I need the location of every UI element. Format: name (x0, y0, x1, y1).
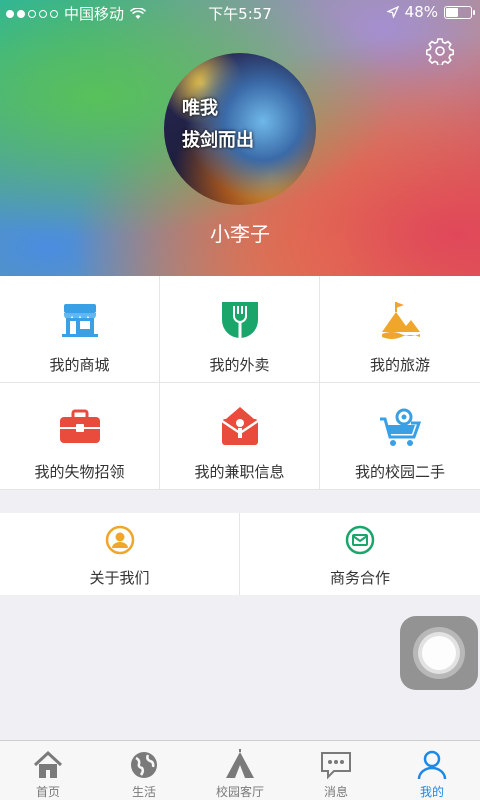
assistive-touch-button[interactable] (400, 616, 478, 690)
grid-item-label: 我的校园二手 (354, 463, 445, 481)
job-icon (220, 407, 259, 445)
tab-campus-lounge[interactable]: 校园客厅 (192, 741, 288, 800)
status-bar: 中国移动 下午5:57 48% (0, 0, 480, 26)
user-icon (417, 750, 447, 780)
grid-item-label: 我的旅游 (369, 356, 430, 374)
status-right: 48% (386, 3, 475, 21)
avatar-caption: 唯我 拔剑而出 (182, 93, 262, 157)
avatar-caption-line1: 唯我 (182, 98, 218, 119)
toolbox-icon (59, 409, 100, 443)
battery-fill (446, 7, 458, 17)
avatar[interactable]: 唯我 拔剑而出 (164, 53, 316, 205)
grid-item-label: 我的外卖 (209, 356, 270, 374)
fork-icon (221, 302, 258, 338)
tab-label: 我的 (419, 785, 444, 799)
grid-item-label: 我的失物招领 (34, 463, 125, 481)
grid-item-takeout[interactable]: 我的外卖 (160, 276, 320, 383)
username: 小李子 (210, 222, 270, 246)
grid-item-store[interactable]: 我的商城 (0, 276, 160, 383)
tab-life[interactable]: 生活 (96, 741, 192, 800)
location-arrow-icon (386, 6, 399, 18)
tent-icon (226, 749, 254, 778)
grid-item-label: 我的商城 (49, 356, 110, 374)
tab-label: 首页 (35, 785, 60, 799)
business-cooperation-item[interactable]: 商务合作 (240, 513, 480, 595)
assistive-ring-middle (418, 632, 460, 674)
tab-label: 生活 (131, 785, 156, 799)
handshake-circle-icon (345, 525, 375, 555)
settings-gear-icon[interactable] (426, 37, 454, 65)
grid-item-parttime[interactable]: 我的兼职信息 (160, 383, 320, 490)
about-us-item[interactable]: 关于我们 (0, 513, 240, 595)
battery-icon (444, 5, 475, 19)
home-icon (33, 750, 63, 778)
tab-messages[interactable]: 消息 (288, 741, 384, 800)
feature-grid: 我的商城 我的外卖 我的旅游 我的失物招领 我的兼职信息 我的校园二手 (0, 276, 480, 490)
tab-label: 校园客厅 (215, 785, 264, 799)
tab-label: 消息 (323, 785, 348, 799)
globe-icon (131, 752, 157, 778)
store-icon (61, 304, 98, 337)
grid-item-lost-found[interactable]: 我的失物招领 (0, 383, 160, 490)
tab-bar: 首页 生活 校园客厅 消息 我的 (0, 740, 480, 800)
message-icon (321, 752, 351, 780)
travel-icon (382, 302, 420, 339)
grid-item-label: 我的兼职信息 (194, 463, 285, 481)
tab-home[interactable]: 首页 (0, 741, 96, 800)
person-circle-icon (105, 525, 134, 555)
assistive-ring-inner (422, 636, 456, 670)
cart-icon (380, 408, 422, 446)
grid-item-travel[interactable]: 我的旅游 (320, 276, 480, 383)
avatar-caption-line2: 拔剑而出 (182, 130, 254, 151)
about-section: 关于我们 商务合作 (0, 513, 480, 595)
tab-mine[interactable]: 我的 (384, 741, 480, 800)
business-cooperation-label: 商务合作 (329, 569, 390, 587)
assistive-ring-outer (413, 627, 465, 679)
about-us-label: 关于我们 (89, 569, 150, 587)
grid-item-secondhand[interactable]: 我的校园二手 (320, 383, 480, 490)
battery-percent: 48% (404, 3, 438, 21)
